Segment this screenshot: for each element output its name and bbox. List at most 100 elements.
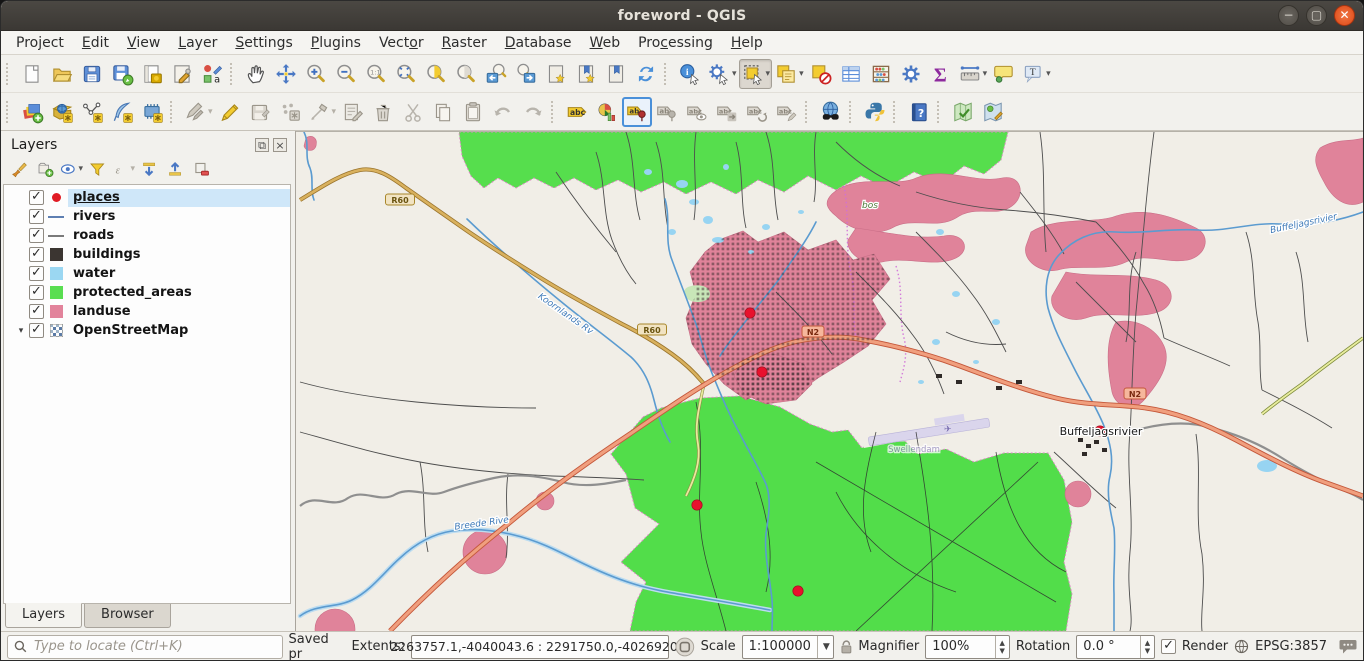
layer-name[interactable]: protected_areas: [68, 284, 290, 302]
menu-raster[interactable]: Raster: [433, 33, 496, 53]
chevron-down-icon[interactable]: ▼: [817, 636, 830, 658]
show-bookmarks-button[interactable]: [571, 59, 601, 89]
panel-float-icon[interactable]: ⧉: [255, 138, 269, 152]
tab-layers[interactable]: Layers: [5, 603, 82, 628]
rotation-spinbox[interactable]: 0.0 ° ▲▼: [1076, 635, 1155, 659]
spin-up-icon[interactable]: ▲: [1141, 639, 1154, 647]
refresh-button[interactable]: [631, 59, 661, 89]
layer-visibility-checkbox[interactable]: [29, 266, 44, 281]
new-spatialite-layer-button[interactable]: [107, 97, 137, 127]
toolbar-handle[interactable]: [893, 101, 900, 123]
attribute-table-button[interactable]: [836, 59, 866, 89]
minimize-button[interactable]: −: [1278, 5, 1299, 26]
toolbar-handle[interactable]: [849, 101, 856, 123]
statistical-summary-button[interactable]: Σ: [926, 59, 956, 89]
zoom-next-button[interactable]: [511, 59, 541, 89]
zoom-out-button[interactable]: [331, 59, 361, 89]
toolbar-handle[interactable]: [805, 101, 812, 123]
spin-down-icon[interactable]: ▼: [996, 647, 1009, 655]
measure-button[interactable]: ▾: [956, 59, 990, 89]
new-project-button[interactable]: [17, 59, 47, 89]
menu-layer[interactable]: Layer: [169, 33, 226, 53]
new-shapefile-layer-button[interactable]: [77, 97, 107, 127]
open-layer-styling-button[interactable]: [7, 158, 31, 180]
layer-labeling-button[interactable]: abc: [562, 97, 592, 127]
toolbar-handle[interactable]: [664, 63, 671, 85]
layer-visibility-checkbox[interactable]: [29, 247, 44, 262]
save-project-as-button[interactable]: [107, 59, 137, 89]
expand-all-button[interactable]: [137, 158, 161, 180]
layer-visibility-checkbox[interactable]: [29, 285, 44, 300]
menu-edit[interactable]: Edit: [73, 33, 118, 53]
layer-item-places[interactable]: places: [4, 188, 290, 207]
data-source-manager-button[interactable]: [17, 97, 47, 127]
toggle-editing-button[interactable]: [215, 97, 245, 127]
close-button[interactable]: ✕: [1334, 5, 1355, 26]
new-virtual-layer-button[interactable]: [137, 97, 167, 127]
new-print-layout-button[interactable]: [137, 59, 167, 89]
toolbar-handle[interactable]: [6, 63, 13, 85]
zoom-to-layer-button[interactable]: [451, 59, 481, 89]
menu-vector[interactable]: Vector: [370, 33, 433, 53]
menu-processing[interactable]: Processing: [629, 33, 722, 53]
layer-item-OpenStreetMap[interactable]: ▾ OpenStreetMap: [4, 321, 290, 340]
locate-input[interactable]: [32, 638, 276, 655]
field-calculator-button[interactable]: [866, 59, 896, 89]
layer-item-protected_areas[interactable]: protected_areas: [4, 283, 290, 302]
filter-legend-button[interactable]: [85, 158, 109, 180]
processing-toolbox-button[interactable]: [896, 59, 926, 89]
spin-up-icon[interactable]: ▲: [996, 639, 1009, 647]
layer-visibility-checkbox[interactable]: [29, 304, 44, 319]
plugin-map-tools-button[interactable]: [978, 97, 1008, 127]
layer-item-landuse[interactable]: landuse: [4, 302, 290, 321]
layer-name[interactable]: landuse: [68, 303, 290, 321]
add-group-button[interactable]: [33, 158, 57, 180]
new-geopackage-layer-button[interactable]: [47, 97, 77, 127]
pan-to-selection-button[interactable]: [271, 59, 301, 89]
layout-manager-button[interactable]: [167, 59, 197, 89]
layer-diagrams-button[interactable]: [592, 97, 622, 127]
spin-down-icon[interactable]: ▼: [1141, 647, 1154, 655]
bookmark-manager-button[interactable]: [601, 59, 631, 89]
layer-visibility-checkbox[interactable]: [29, 323, 44, 338]
title-bar[interactable]: foreword - QGIS − ▢ ✕: [1, 1, 1363, 31]
run-feature-action-button[interactable]: ▾: [705, 59, 739, 89]
python-console-button[interactable]: [860, 97, 890, 127]
save-project-button[interactable]: [77, 59, 107, 89]
layer-item-water[interactable]: water: [4, 264, 290, 283]
crs-status[interactable]: EPSG:3857: [1255, 639, 1327, 654]
toolbar-handle[interactable]: [170, 101, 177, 123]
menu-project[interactable]: Project: [7, 33, 73, 53]
help-contents-button[interactable]: ?: [904, 97, 934, 127]
collapse-all-button[interactable]: [163, 158, 187, 180]
lock-scale-icon[interactable]: [840, 639, 853, 654]
layer-name[interactable]: places: [68, 189, 290, 207]
menu-plugins[interactable]: Plugins: [302, 33, 370, 53]
layer-name[interactable]: roads: [68, 227, 290, 245]
metasearch-button[interactable]: [816, 97, 846, 127]
magnifier-spinbox[interactable]: 100% ▲▼: [925, 635, 1010, 659]
layer-name[interactable]: OpenStreetMap: [68, 322, 290, 340]
plugin-map-check-button[interactable]: [948, 97, 978, 127]
style-manager-button[interactable]: a: [197, 59, 227, 89]
text-annotation-button[interactable]: T▾: [1019, 59, 1053, 89]
panel-close-icon[interactable]: ×: [273, 138, 287, 152]
deselect-all-button[interactable]: [806, 59, 836, 89]
messages-icon[interactable]: [1339, 639, 1357, 654]
toolbar-handle[interactable]: [551, 101, 558, 123]
extents-button[interactable]: [675, 637, 695, 657]
menu-web[interactable]: Web: [581, 33, 630, 53]
expander-icon[interactable]: ▾: [13, 326, 29, 336]
zoom-to-selection-button[interactable]: [421, 59, 451, 89]
locator-bar[interactable]: [7, 635, 283, 659]
select-by-value-button[interactable]: ▾: [772, 59, 806, 89]
crs-globe-icon[interactable]: [1234, 639, 1249, 654]
layer-visibility-checkbox[interactable]: [29, 209, 44, 224]
zoom-full-button[interactable]: [391, 59, 421, 89]
map-canvas[interactable]: ✈: [296, 131, 1363, 631]
maximize-button[interactable]: ▢: [1306, 5, 1327, 26]
manage-map-themes-button[interactable]: ▾: [59, 158, 83, 180]
tab-browser[interactable]: Browser: [84, 604, 171, 628]
scale-combobox[interactable]: 1:100000 ▼: [742, 635, 834, 659]
toolbar-handle[interactable]: [937, 101, 944, 123]
